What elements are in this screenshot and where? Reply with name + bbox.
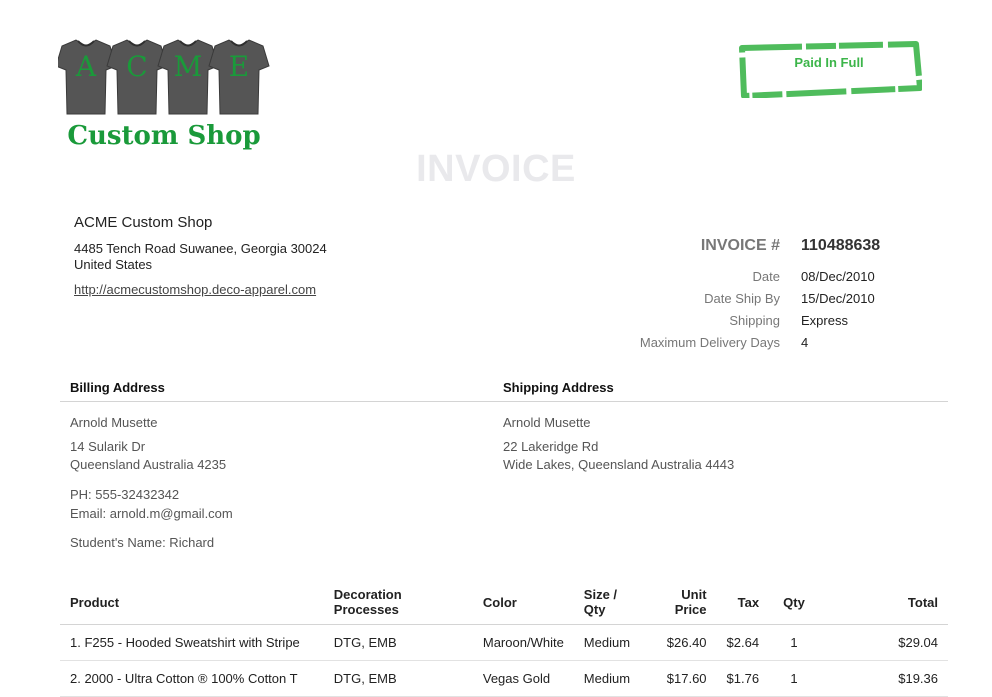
stamp-text: Paid In Full [794,55,864,70]
ship-by-value: 15/Dec/2010 [801,291,875,306]
cell-total: $19.36 [818,660,948,697]
shipping-street: 22 Lakeridge Rd [503,439,599,454]
billing-street: 14 Sularik Dr [70,439,146,454]
table-row: 1. F255 - Hooded Sweatshirt with Stripe … [60,624,948,661]
date-value: 08/Dec/2010 [801,269,875,284]
logo-letter: M [174,50,203,83]
tshirt-m-icon: M [157,39,219,115]
paid-in-full-stamp: Paid In Full [736,40,922,98]
col-size-line1: Size / [583,587,618,602]
logo-tagline: Custom Shop [67,121,260,151]
col-decoration-line2: Processes [333,602,399,617]
col-size: Size / Qty [573,580,644,625]
cell-tax: $1.76 [716,660,770,697]
cell-qty: 1 [769,660,819,697]
logo-letter: C [126,50,147,83]
cell-decoration: DTG, EMB [323,624,473,661]
col-color: Color [472,580,574,625]
invoice-meta-labels: INVOICE # Date Date Ship By Shipping Max… [640,236,780,354]
table-header-row: Product Decoration Processes Color Size … [60,580,948,625]
billing-name: Arnold Musette [70,415,158,430]
section-divider [60,401,948,402]
company-logo: ACME Custom Shop [58,36,272,156]
col-product: Product [60,580,324,625]
cell-product: 1. F255 - Hooded Sweatshirt with Stripe [60,624,324,661]
shipping-value: Express [801,313,848,328]
cell-product: 2. 2000 - Ultra Cotton ® 100% Cotton T [60,660,324,697]
cell-color: Vegas Gold [472,660,574,697]
invoice-meta-values: 110488638 08/Dec/2010 15/Dec/2010 Expres… [801,236,880,354]
col-size-line2: Qty [583,602,606,617]
col-decoration-line1: Decoration [333,587,402,602]
col-qty: Qty [769,580,819,625]
max-delivery-days-label: Maximum Delivery Days [639,335,780,350]
items-table: Product Decoration Processes Color Size … [60,580,948,697]
col-unit-line2: Price [674,602,707,617]
cell-size: Medium [573,660,644,697]
company-address-line2: United States [74,257,153,272]
shipping-label: Shipping [729,313,780,328]
invoice-number: 110488638 [801,237,881,254]
company-name: ACME Custom Shop [74,214,213,231]
ship-by-label: Date Ship By [704,291,780,306]
company-address-line1: 4485 Tench Road Suwanee, Georgia 30024 [74,241,327,256]
billing-city: Queensland Australia 4235 [70,457,227,472]
cell-unit-price: $17.60 [643,660,717,697]
company-website-link[interactable]: http://acmecustomshop.deco-apparel.com [74,282,316,297]
col-decoration: Decoration Processes [323,580,473,625]
date-label: Date [752,269,780,284]
cell-decoration: DTG, EMB [323,660,473,697]
billing-phone: PH: 555-32432342 [70,487,180,502]
shipping-city: Wide Lakes, Queensland Australia 4443 [503,457,735,472]
billing-address-heading: Billing Address [70,380,165,395]
cell-qty: 1 [769,624,819,661]
col-unit-price: Unit Price [643,580,717,625]
cell-size: Medium [573,624,644,661]
invoice-heading: INVOICE [416,148,576,190]
max-delivery-days-value: 4 [801,335,809,350]
invoice-number-label: INVOICE # [700,237,780,254]
tshirt-c-icon: C [106,39,168,115]
col-total: Total [818,580,948,625]
logo-letter: A [75,50,97,83]
logo-letter: E [229,50,249,83]
col-tax: Tax [716,580,770,625]
shipping-name: Arnold Musette [503,415,591,430]
col-unit-line1: Unit [681,587,707,602]
student-name: Student's Name: Richard [70,535,215,550]
billing-email: Email: arnold.m@gmail.com [70,506,233,521]
tshirt-a-icon: A [58,39,117,115]
cell-color: Maroon/White [472,624,574,661]
cell-unit-price: $26.40 [643,624,717,661]
table-row: 2. 2000 - Ultra Cotton ® 100% Cotton T D… [60,660,948,697]
cell-total: $29.04 [818,624,948,661]
tshirt-e-icon: E [208,39,270,115]
cell-tax: $2.64 [716,624,770,661]
shipping-address-heading: Shipping Address [503,380,614,395]
